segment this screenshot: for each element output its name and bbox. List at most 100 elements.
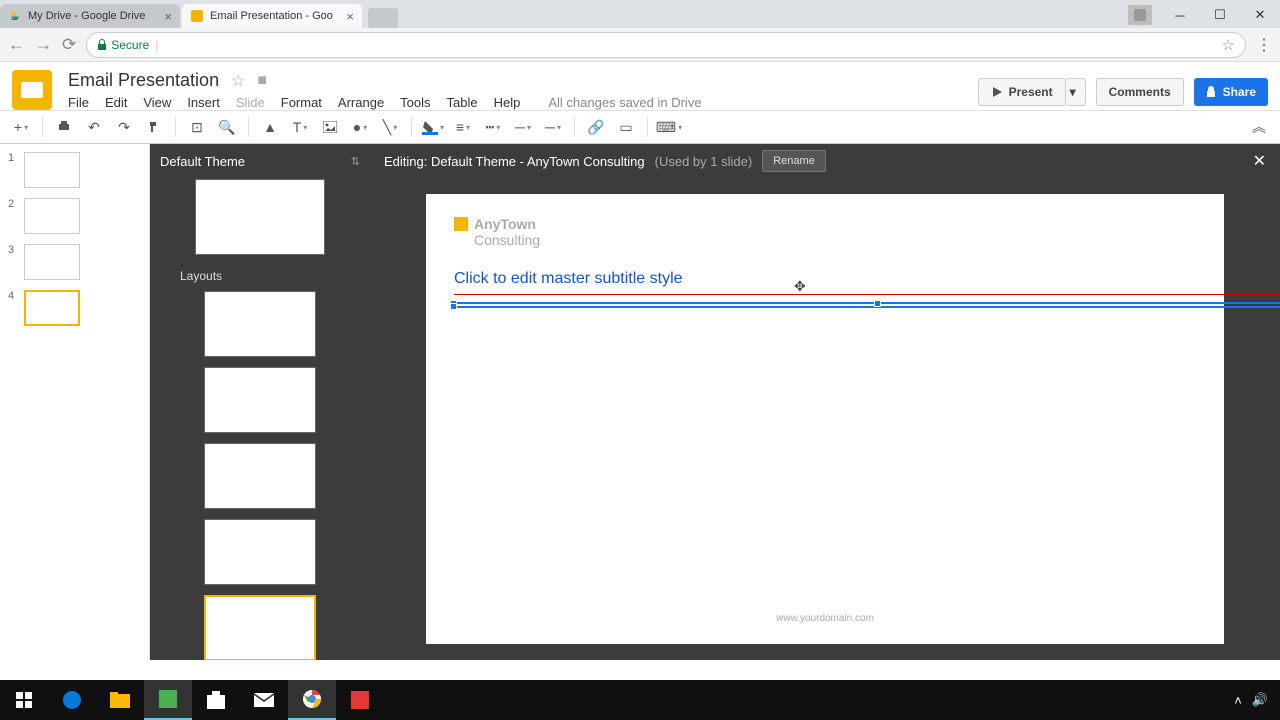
slides-logo[interactable]	[12, 70, 52, 110]
secure-indicator: Secure	[97, 38, 149, 52]
master-thumbnail[interactable]	[195, 179, 325, 255]
menu-arrange[interactable]: Arrange	[338, 95, 384, 110]
share-button[interactable]: Share	[1194, 78, 1268, 106]
browser-tab-slides[interactable]: Email Presentation - Goo ×	[182, 4, 362, 28]
new-slide-button[interactable]: +	[8, 114, 34, 140]
input-tool[interactable]: ⌨	[656, 114, 682, 140]
star-icon[interactable]: ☆	[231, 71, 245, 91]
select-tool[interactable]: ▲	[257, 114, 283, 140]
menu-format[interactable]: Format	[281, 95, 322, 110]
border-color-tool[interactable]	[420, 114, 446, 140]
menu-insert[interactable]: Insert	[187, 95, 220, 110]
chrome-menu-icon[interactable]: ⋮	[1256, 35, 1272, 55]
menu-file[interactable]: File	[68, 95, 89, 110]
browser-toolbar: ← → ⟳ Secure | ☆ ⋮	[0, 28, 1280, 62]
line-end-tool[interactable]: ─	[540, 114, 566, 140]
zoom-button[interactable]: 🔍	[214, 114, 240, 140]
link-tool[interactable]: 🔗	[583, 114, 609, 140]
border-dash-tool[interactable]: ┅	[480, 114, 506, 140]
minimize-button[interactable]: ─	[1160, 2, 1200, 28]
menu-view[interactable]: View	[143, 95, 171, 110]
system-tray[interactable]: ˄ 🔊	[1234, 692, 1280, 708]
undo-button[interactable]: ↶	[81, 114, 107, 140]
save-status: All changes saved in Drive	[548, 95, 701, 110]
comments-button[interactable]: Comments	[1096, 78, 1184, 106]
layout-thumb[interactable]	[204, 291, 316, 357]
line-tool[interactable]: ╲	[377, 114, 403, 140]
folder-icon[interactable]: ■	[257, 72, 267, 90]
tab-title: Email Presentation - Goo	[210, 10, 333, 22]
subtitle-text[interactable]: Click to edit master subtitle style	[454, 270, 1196, 288]
resize-handle[interactable]	[874, 300, 881, 307]
toolbar: + ↶ ↷ ⊡ 🔍 ▲ T ● ╲ ≡ ┅ ─ ─ 🔗 ▭ ⌨ ︽	[0, 110, 1280, 144]
slide-thumb-2[interactable]: 2	[8, 198, 141, 234]
theme-sort-icon[interactable]: ⇅	[351, 155, 360, 168]
browser-tab-drive[interactable]: My Drive - Google Drive ×	[0, 4, 180, 28]
layout-thumb-selected[interactable]	[204, 595, 316, 660]
brand-block[interactable]: AnyTown	[454, 216, 1196, 232]
menu-table[interactable]: Table	[447, 95, 478, 110]
start-button[interactable]	[0, 680, 48, 720]
border-weight-tool[interactable]: ≡	[450, 114, 476, 140]
back-button[interactable]: ←	[8, 35, 25, 55]
chrome-icon[interactable]	[288, 680, 336, 720]
tab-close-icon[interactable]: ×	[164, 9, 172, 24]
close-window-button[interactable]: ✕	[1240, 2, 1280, 28]
layouts-label: Layouts	[180, 269, 360, 283]
paint-format-button[interactable]	[141, 114, 167, 140]
subtitle-placeholder-box[interactable]: Click to edit master subtitle style ✥	[454, 270, 1196, 288]
present-button[interactable]: Present	[978, 78, 1066, 106]
comment-tool[interactable]: ▭	[613, 114, 639, 140]
slide-canvas[interactable]: AnyTown Consulting Click to edit master …	[426, 194, 1224, 644]
app-icon-2[interactable]	[336, 680, 384, 720]
guide-line	[454, 294, 1280, 295]
tray-chevron-icon[interactable]: ˄	[1234, 693, 1242, 708]
present-dropdown[interactable]: ▾	[1066, 78, 1086, 106]
theme-panel: Default Theme ⇅ Layouts	[150, 144, 370, 660]
lock-icon	[1206, 86, 1217, 98]
selection-box[interactable]	[452, 302, 1280, 308]
image-tool[interactable]	[317, 114, 343, 140]
document-title[interactable]: Email Presentation	[68, 70, 219, 91]
slide-thumb-3[interactable]: 3	[8, 244, 141, 280]
close-editor-icon[interactable]: ✕	[1253, 151, 1266, 171]
line-start-tool[interactable]: ─	[510, 114, 536, 140]
shape-tool[interactable]: ●	[347, 114, 373, 140]
file-explorer-icon[interactable]	[96, 680, 144, 720]
textbox-tool[interactable]: T	[287, 114, 313, 140]
slide-thumb-4[interactable]: 4	[8, 290, 141, 326]
store-icon[interactable]	[192, 680, 240, 720]
address-bar[interactable]: Secure | ☆	[86, 32, 1246, 58]
new-tab-button[interactable]	[368, 8, 398, 28]
volume-icon[interactable]: 🔊	[1252, 692, 1268, 708]
theme-title: Default Theme	[160, 154, 245, 169]
menu-tools[interactable]: Tools	[400, 95, 430, 110]
resize-handle[interactable]	[450, 303, 457, 310]
master-editor: Editing: Default Theme - AnyTown Consult…	[370, 144, 1280, 660]
layout-thumb[interactable]	[204, 519, 316, 585]
edge-icon[interactable]	[48, 680, 96, 720]
layout-thumb[interactable]	[204, 443, 316, 509]
reload-button[interactable]: ⟳	[62, 35, 76, 55]
rename-button[interactable]: Rename	[762, 150, 826, 172]
redo-button[interactable]: ↷	[111, 114, 137, 140]
menu-help[interactable]: Help	[494, 95, 521, 110]
move-cursor-icon: ✥	[794, 278, 806, 295]
slide-filmstrip: 1 2 3 4	[0, 144, 150, 660]
tab-close-icon[interactable]: ×	[346, 9, 354, 24]
layout-thumb[interactable]	[204, 367, 316, 433]
main-area: 1 2 3 4 Default Theme ⇅ Layouts Editing:…	[0, 144, 1280, 660]
maximize-button[interactable]: ☐	[1200, 2, 1240, 28]
chrome-user-icon[interactable]	[1128, 5, 1152, 25]
mail-icon[interactable]	[240, 680, 288, 720]
fit-button[interactable]: ⊡	[184, 114, 210, 140]
collapse-toolbar-icon[interactable]: ︽	[1246, 114, 1272, 140]
footer-url[interactable]: www.yourdomain.com	[776, 613, 874, 624]
app-icon[interactable]	[144, 680, 192, 720]
bookmark-star-icon[interactable]: ☆	[1222, 36, 1235, 54]
browser-tab-strip: My Drive - Google Drive × Email Presenta…	[0, 0, 1280, 28]
menu-edit[interactable]: Edit	[105, 95, 127, 110]
slide-thumb-1[interactable]: 1	[8, 152, 141, 188]
forward-button[interactable]: →	[35, 35, 52, 55]
print-button[interactable]	[51, 114, 77, 140]
